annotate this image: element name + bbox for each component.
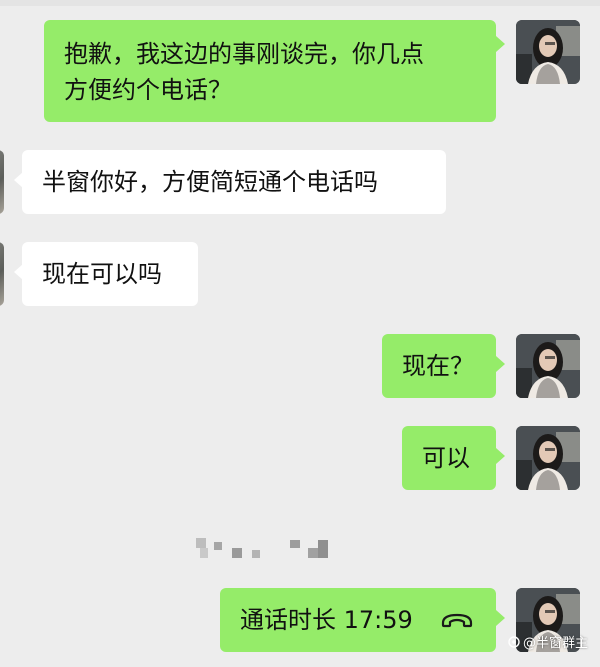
watermark-text: @半窗群主 [522,636,588,651]
message-text: 现在？ [402,352,474,380]
message-bubble-outgoing[interactable]: 抱歉，我这边的事刚谈完，你几点 方便约个电话？ [44,20,496,122]
phone-hangup-icon [441,613,473,628]
my-avatar[interactable] [516,20,580,84]
bubble-tail [496,448,505,464]
message-text: 可以 [422,444,470,472]
message-bubble-outgoing[interactable]: 可以 [402,426,496,490]
bubble-tail [496,36,505,52]
logo-icon [508,635,520,648]
watermark: @半窗群主 [508,632,588,651]
message-text-line: 方便约个电话？ [64,76,232,104]
my-avatar[interactable] [516,334,580,398]
contact-avatar[interactable] [0,242,4,306]
message-bubble-incoming[interactable]: 现在可以吗 [22,242,198,306]
contact-avatar[interactable] [0,150,4,214]
top-divider [0,0,600,6]
message-text-line: 抱歉，我这边的事刚谈完，你几点 [64,40,424,68]
message-bubble-incoming[interactable]: 半窗你好，方便简短通个电话吗 [22,150,446,214]
message-text: 现在可以吗 [42,260,162,288]
message-text: 半窗你好，方便简短通个电话吗 [42,168,378,196]
bubble-tail [496,356,505,372]
message-bubble-outgoing[interactable]: 现在？ [382,334,496,398]
bubble-tail [496,610,505,626]
my-avatar[interactable] [516,426,580,490]
